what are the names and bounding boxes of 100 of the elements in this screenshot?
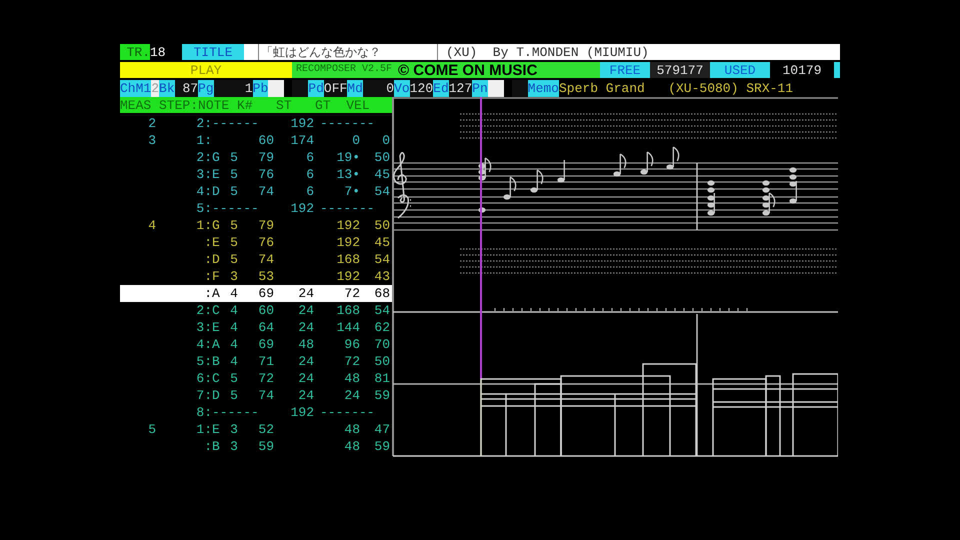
note-name: A [212,286,220,301]
octave: 4 [230,286,238,301]
parameter-value: 1 [214,80,253,97]
step-number: 5: [196,201,212,216]
note-name: E [212,167,220,182]
note-name: C [212,371,220,386]
song-title: 「虹はどんな色かな？ [258,44,438,60]
step-number: 3: [196,320,212,335]
velocity: 45 [374,235,390,250]
velocity: 45 [374,167,390,182]
key-number: 79 [258,150,274,165]
gate-time: 72 [344,354,360,369]
key-number: 76 [258,235,274,250]
gate-time: 13• [336,167,360,182]
step-number: 4: [196,337,212,352]
key-number: 53 [258,269,274,284]
octave: 4 [230,354,238,369]
key-number: 64 [258,320,274,335]
step-number: 3: [196,167,212,182]
gate-time: 192 [336,235,360,250]
parameter-value: 2 [151,80,160,97]
parameter-block [268,80,284,97]
gate-time: 96 [344,337,360,352]
velocity: 59 [374,388,390,403]
octave: 5 [230,167,238,182]
step-number: 2: [196,116,212,131]
step-number: 4: [196,184,212,199]
note-name: E [212,422,220,437]
step-number: 6: [196,371,212,386]
gate-time: 192 [336,269,360,284]
velocity: 50 [374,218,390,233]
gate-time: 7• [344,184,360,199]
used-label: USED [723,62,757,78]
note-name: G [212,218,220,233]
key-number: 59 [258,439,274,454]
key-number: 79 [258,218,274,233]
step-time: 24 [298,354,314,369]
parameter-label: Pd [308,80,324,97]
octave: 5 [230,218,238,233]
key-number: 60 [258,133,274,148]
step-time: 24 [298,320,314,335]
parameter-label: Ed [433,80,449,97]
parameter-label: Vo [394,80,410,97]
velocity: 70 [374,337,390,352]
column-header: MEAS STEP:NOTE K# ST GT VEL [120,97,392,113]
velocity: 50 [374,354,390,369]
song-credit: (XU) By T.MONDEN (MIUMIU) [446,44,649,60]
key-number: 71 [258,354,274,369]
step-number: : [204,269,212,284]
parameter-label: ChM1 [120,80,152,97]
measure-number: 2 [148,116,156,131]
measure-number: 3 [148,133,156,148]
measure-number: 4 [148,218,156,233]
step-time: 174 [290,133,314,148]
step-number: 7: [196,388,212,403]
separator-dashes: ------- [320,405,375,420]
step-time: 6 [306,150,314,165]
parameter-block [512,80,528,97]
free-label: FREE [608,62,642,78]
octave: 3 [230,269,238,284]
velocity: 54 [374,184,390,199]
velocity: 54 [374,303,390,318]
key-number: 52 [258,422,274,437]
free-memory: 579177 [650,62,710,78]
parameter-block [488,80,504,97]
gate-time: 72 [344,286,360,301]
step-number: : [204,252,212,267]
step-time: 6 [306,184,314,199]
note-name: C [212,303,220,318]
gate-time: 0 [352,133,360,148]
step-number: : [204,235,212,250]
title-label: TITLE [182,44,244,60]
parameter-value: 127 [448,80,472,97]
note-name: D [212,252,220,267]
gate-time: 168 [336,252,360,267]
step-time: 24 [298,371,314,386]
key-number: 69 [258,337,274,352]
note-name: D [212,388,220,403]
measure-number: 5 [148,422,156,437]
octave: 4 [230,337,238,352]
selected-event-row[interactable]: :A 4 69 24 72 68 [120,285,392,302]
separator-dashes: ------- [320,116,375,131]
key-number: 74 [258,252,274,267]
octave: 3 [230,422,238,437]
parameter-label: Pg [198,80,214,97]
octave: 5 [230,252,238,267]
note-name: G [212,150,220,165]
velocity: 54 [374,252,390,267]
octave: 5 [230,184,238,199]
note-name: A [212,337,220,352]
parameter-label: Pb [252,80,268,97]
step-time: 192 [290,405,314,420]
track-label: TR. [120,44,150,60]
step-time: 24 [298,286,314,301]
parameter-label: Pn [472,80,488,97]
step-number: : [204,286,212,301]
step-time: 24 [298,388,314,403]
note-name: F [212,269,220,284]
step-number: 1: [196,133,212,148]
octave: 5 [230,150,238,165]
